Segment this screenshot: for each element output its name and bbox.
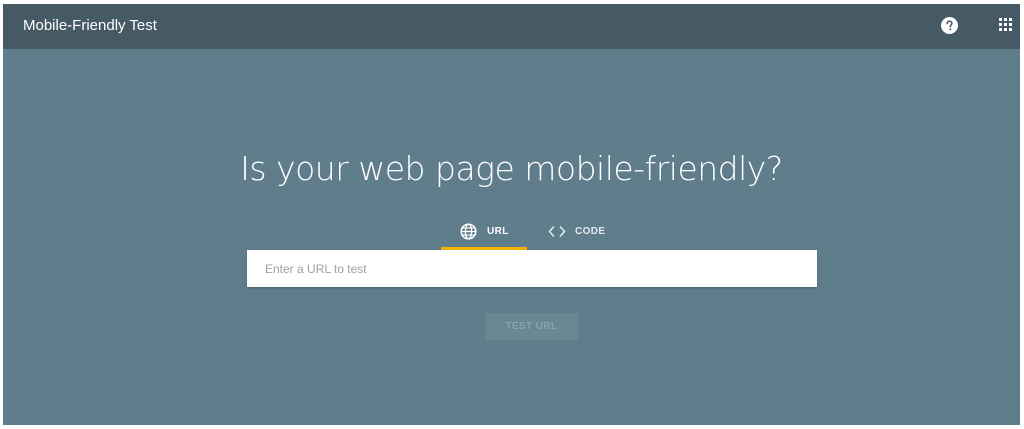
help-circle-icon (941, 17, 958, 34)
code-icon (548, 226, 566, 237)
url-input[interactable] (247, 250, 817, 287)
app-frame: Mobile-Friendly Test Is your web page mo… (3, 4, 1020, 425)
tab-url[interactable]: URL (441, 214, 527, 250)
globe-icon (460, 223, 477, 240)
tab-code-label: CODE (575, 226, 606, 237)
help-button[interactable] (941, 17, 958, 34)
test-url-button[interactable]: TEST URL (485, 313, 578, 340)
page-headline: Is your web page mobile-friendly? (240, 149, 783, 188)
top-app-bar: Mobile-Friendly Test (3, 4, 1020, 49)
tab-code[interactable]: CODE (536, 214, 616, 250)
app-title: Mobile-Friendly Test (23, 17, 157, 34)
apps-grid-button[interactable] (999, 18, 1013, 32)
tab-url-label: URL (487, 226, 509, 237)
apps-grid-icon (999, 18, 1013, 32)
